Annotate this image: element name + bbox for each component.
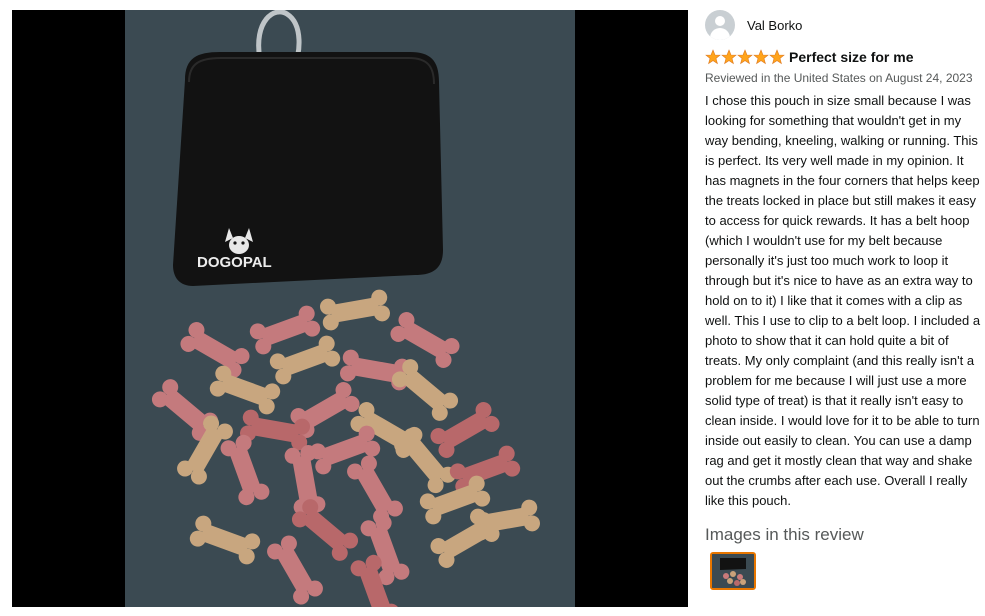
default-avatar-icon (705, 10, 735, 40)
treat-pouch (173, 52, 443, 286)
review-image-viewer: DOGOPAL (12, 10, 688, 607)
star-rating[interactable] (705, 49, 785, 65)
star-icon (721, 49, 737, 65)
review-image-thumbnail[interactable] (710, 552, 756, 590)
review-date: Reviewed in the United States on August … (705, 71, 973, 85)
star-icon (769, 49, 785, 65)
review-body: I chose this pouch in size small because… (705, 93, 981, 508)
thumbnail-preview (712, 554, 754, 588)
star-icon (737, 49, 753, 65)
images-section-heading: Images in this review (705, 525, 864, 544)
review-photo: DOGOPAL (125, 10, 575, 607)
reviewer-profile[interactable]: Val Borko (705, 10, 985, 40)
reviewer-name[interactable]: Val Borko (747, 18, 802, 33)
star-icon (705, 49, 721, 65)
rating-row: Perfect size for me (705, 48, 985, 66)
pouch-brand-text: DOGOPAL (197, 254, 272, 271)
star-icon (753, 49, 769, 65)
review-title: Perfect size for me (789, 49, 914, 65)
review-card: Val Borko Perfect size for me Reviewed i… (705, 10, 985, 590)
photo-drawing: DOGOPAL (125, 10, 575, 607)
